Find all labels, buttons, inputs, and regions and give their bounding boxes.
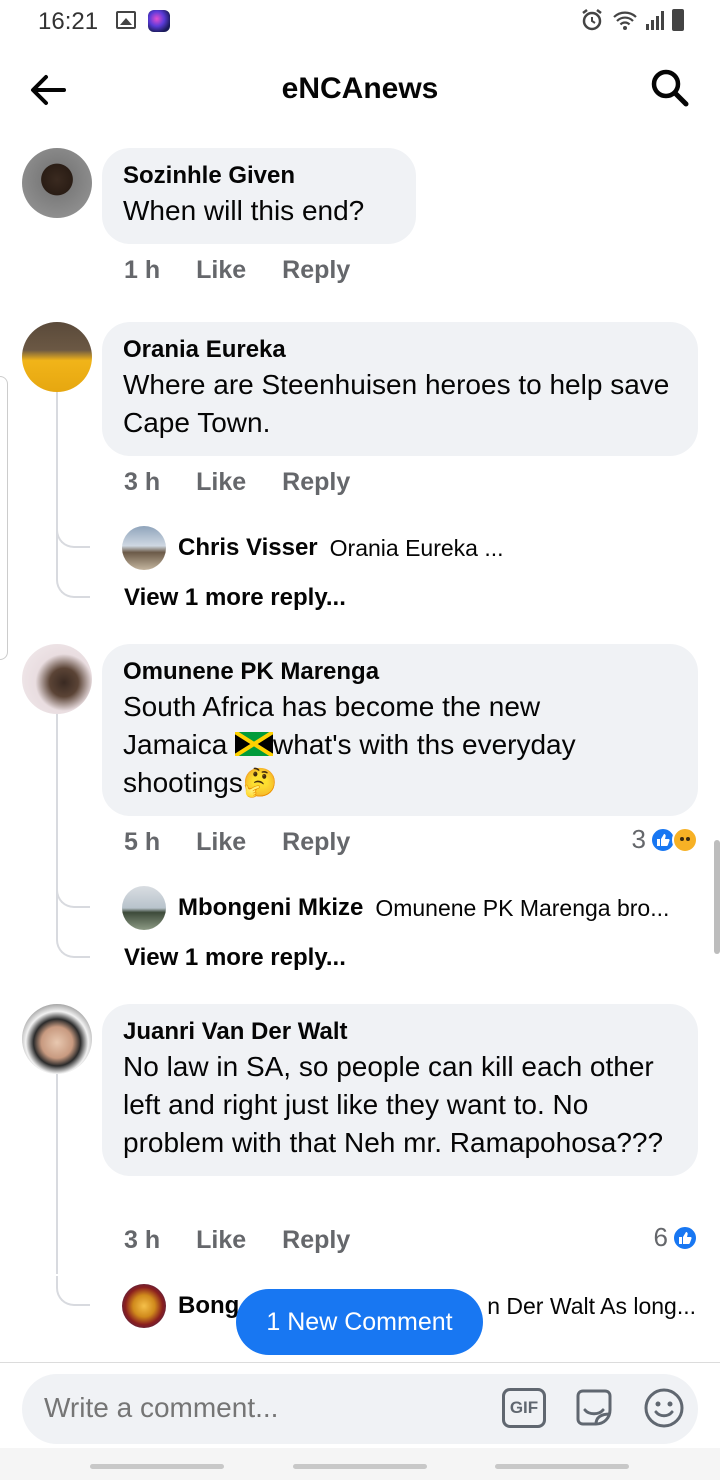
comment-text-line: South Africa has become the new [123, 691, 541, 722]
thread-connector [56, 878, 90, 908]
comment-time: 3 h [124, 468, 161, 496]
comment-text-line: Jamaica what's with ths everyday [123, 726, 678, 764]
view-more-replies-link[interactable]: View 1 more reply... [124, 584, 346, 612]
avatar[interactable] [22, 644, 92, 714]
search-icon[interactable] [648, 66, 692, 110]
thread-connector [56, 568, 90, 598]
reply-button[interactable]: Reply [282, 256, 350, 285]
nav-back-button[interactable] [495, 1464, 629, 1469]
reply-preview[interactable]: Mbongeni Mkize Omunene PK Marenga bro... [122, 886, 669, 930]
thread-line [56, 392, 58, 568]
reply-preview[interactable]: Chris Visser Orania Eureka ... [122, 526, 504, 570]
comment-composer: GIF [22, 1374, 698, 1444]
comment-text-line: shootings🤔 [123, 764, 678, 802]
comment-text-segment: shootings [123, 767, 243, 798]
avatar [122, 886, 166, 930]
comment-author[interactable]: Omunene PK Marenga [123, 656, 678, 688]
comment-text: Where are Steenhuisen heroes to help sav… [123, 369, 670, 438]
comment-actions: 3 h Like Reply [124, 1226, 350, 1255]
thread-connector [56, 518, 90, 548]
sad-reaction-icon [672, 826, 698, 853]
galaxy-notification-icon [148, 10, 170, 32]
battery-icon [672, 9, 684, 31]
avatar[interactable] [22, 1004, 92, 1074]
avatar [122, 526, 166, 570]
comment-bubble[interactable]: Sozinhle Given When will this end? [102, 148, 416, 244]
avatar[interactable] [22, 148, 92, 218]
thread-connector [56, 928, 90, 958]
reply-snippet: Orania Eureka ... [329, 534, 504, 561]
comment-actions: 5 h Like Reply [124, 828, 350, 857]
comment-text-segment: Jamaica [123, 729, 236, 760]
view-more-replies-link[interactable]: View 1 more reply... [124, 944, 346, 972]
comment-text: South Africa has become the new Jamaica … [123, 688, 678, 802]
reply-button[interactable]: Reply [282, 468, 350, 497]
comment-bubble[interactable]: Juanri Van Der Walt No law in SA, so peo… [102, 1004, 698, 1176]
status-time: 16:21 [38, 8, 99, 35]
thinking-emoji-icon: 🤔 [242, 767, 278, 798]
reply-author: Chris Visser [178, 534, 318, 561]
emoji-icon[interactable] [642, 1386, 686, 1430]
new-comment-button[interactable]: 1 New Comment [236, 1289, 483, 1355]
comment-author[interactable]: Orania Eureka [123, 334, 678, 366]
alarm-icon [582, 9, 602, 31]
comment-time: 3 h [124, 1226, 161, 1254]
comment-bubble[interactable]: Orania Eureka Where are Steenhuisen hero… [102, 322, 698, 456]
avatar[interactable] [22, 322, 92, 392]
nav-home-button[interactable] [293, 1464, 427, 1469]
nav-recents-button[interactable] [90, 1464, 224, 1469]
like-button[interactable]: Like [196, 468, 246, 497]
reply-button[interactable]: Reply [282, 828, 350, 857]
side-panel-handle[interactable] [0, 376, 8, 660]
scrollbar-thumb[interactable] [714, 840, 720, 954]
reaction-summary[interactable]: 6 [654, 1222, 698, 1253]
reply-author: Bong [178, 1292, 240, 1319]
comment-actions: 1 h Like Reply [124, 256, 350, 285]
comment-actions: 3 h Like Reply [124, 468, 350, 497]
reply-snippet: Omunene PK Marenga bro... [375, 894, 670, 921]
comment-time: 5 h [124, 828, 161, 856]
reaction-count: 3 [631, 824, 646, 854]
reaction-count: 6 [653, 1222, 668, 1252]
like-button[interactable]: Like [196, 1226, 246, 1255]
like-button[interactable]: Like [196, 828, 246, 857]
sticker-icon[interactable] [572, 1386, 616, 1430]
comment-bubble[interactable]: Omunene PK Marenga South Africa has beco… [102, 644, 698, 816]
reaction-summary[interactable]: 3 [632, 824, 698, 855]
reply-snippet: n Der Walt As long... [487, 1292, 696, 1319]
like-button[interactable]: Like [196, 256, 246, 285]
gallery-notification-icon [116, 11, 136, 29]
avatar [122, 1284, 166, 1328]
app-header: eNCAnews [0, 44, 720, 134]
thread-connector [56, 1276, 90, 1306]
reply-button[interactable]: Reply [282, 1226, 350, 1255]
reply-author: Mbongeni Mkize [178, 894, 364, 921]
status-icons [580, 8, 684, 32]
comment-text: No law in SA, so people can kill each ot… [123, 1051, 664, 1158]
page-title: eNCAnews [281, 72, 439, 105]
system-nav-bar [0, 1448, 720, 1480]
comment-author[interactable]: Juanri Van Der Walt [123, 1016, 678, 1048]
comment-text-segment: what's with ths everyday [273, 729, 576, 760]
comment-input[interactable] [44, 1392, 484, 1424]
comment-text: When will this end? [123, 195, 365, 226]
like-reaction-icon [672, 1224, 698, 1251]
signal-icon [646, 10, 664, 30]
gif-button[interactable]: GIF [502, 1388, 546, 1428]
wifi-icon [613, 11, 637, 30]
thread-line [56, 1074, 58, 1274]
comment-time: 1 h [124, 256, 161, 284]
status-bar: 16:21 [0, 0, 720, 44]
jamaica-flag-icon [233, 730, 275, 758]
comment-author[interactable]: Sozinhle Given [123, 160, 396, 192]
